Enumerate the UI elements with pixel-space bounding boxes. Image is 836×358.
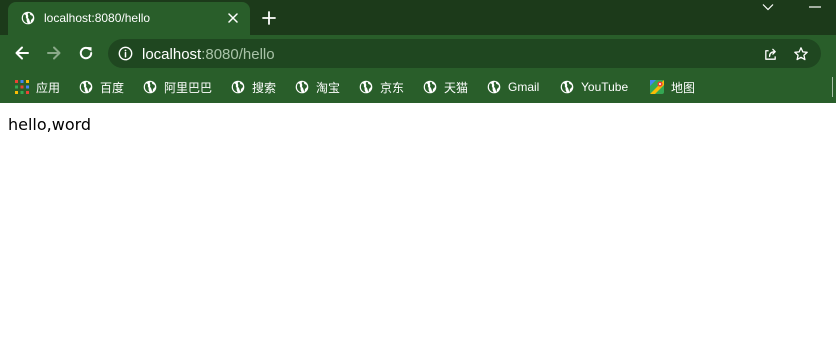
apps-grid-icon bbox=[15, 80, 29, 94]
globe-icon bbox=[143, 80, 157, 94]
tab-search-button[interactable] bbox=[748, 0, 788, 14]
url-path: :8080/hello bbox=[201, 46, 275, 63]
plus-icon bbox=[262, 11, 276, 25]
globe-icon bbox=[21, 11, 35, 30]
bookmark-label: 阿里巴巴 bbox=[164, 80, 213, 95]
close-icon bbox=[228, 13, 238, 23]
bookmark-label: 应用 bbox=[36, 80, 61, 95]
bookmark-star-icon[interactable] bbox=[792, 45, 810, 63]
bookmark-label: 地图 bbox=[671, 80, 696, 95]
forward-button[interactable] bbox=[40, 39, 68, 67]
bookmark-search[interactable]: 搜索 bbox=[231, 77, 276, 97]
bookmarks-bar: 应用 百度 阿里巴巴 搜索 淘宝 京东 天猫 Gmail YouTube 地图 bbox=[0, 71, 836, 103]
bookmark-jd[interactable]: 京东 bbox=[359, 77, 404, 97]
bookmark-gmail[interactable]: Gmail bbox=[487, 77, 539, 97]
reload-icon bbox=[79, 46, 93, 60]
share-icon[interactable] bbox=[761, 45, 779, 63]
bookmark-tmall[interactable]: 天猫 bbox=[423, 77, 468, 97]
bookmark-label: 百度 bbox=[100, 80, 125, 95]
bookmark-label: 淘宝 bbox=[316, 80, 341, 95]
bookmark-label: 搜索 bbox=[252, 80, 277, 95]
arrow-right-icon bbox=[47, 46, 61, 60]
minimize-button[interactable] bbox=[795, 0, 835, 14]
bookmark-apps[interactable]: 应用 bbox=[15, 77, 60, 97]
bookmark-maps[interactable]: 地图 bbox=[650, 77, 695, 97]
page-body-text: hello,word bbox=[8, 115, 92, 134]
chevron-down-icon bbox=[762, 4, 774, 11]
globe-icon bbox=[560, 80, 574, 94]
maps-icon bbox=[650, 80, 664, 94]
globe-icon bbox=[423, 80, 437, 94]
active-tab[interactable]: localhost:8080/hello bbox=[8, 2, 250, 35]
arrow-left-icon bbox=[15, 46, 29, 60]
globe-icon bbox=[359, 80, 373, 94]
address-bar[interactable]: localhost:8080/hello bbox=[108, 39, 821, 68]
bookmarks-divider bbox=[832, 77, 833, 97]
bookmark-label: Gmail bbox=[508, 80, 540, 94]
bookmark-taobao[interactable]: 淘宝 bbox=[295, 77, 340, 97]
tab-title: localhost:8080/hello bbox=[44, 11, 151, 25]
bookmark-baidu[interactable]: 百度 bbox=[79, 77, 124, 97]
bookmark-youtube[interactable]: YouTube bbox=[560, 77, 628, 97]
new-tab-button[interactable] bbox=[258, 7, 280, 29]
globe-icon bbox=[79, 80, 93, 94]
site-info-icon[interactable] bbox=[118, 46, 133, 66]
bookmark-alibaba[interactable]: 阿里巴巴 bbox=[143, 77, 212, 97]
bookmark-label: 天猫 bbox=[444, 80, 469, 95]
bookmark-label: 京东 bbox=[380, 80, 405, 95]
tab-strip: localhost:8080/hello bbox=[0, 0, 836, 35]
browser-toolbar: localhost:8080/hello bbox=[0, 35, 836, 71]
url-text: localhost:8080/hello bbox=[142, 46, 275, 63]
url-host: localhost bbox=[142, 46, 202, 63]
bookmark-label: YouTube bbox=[581, 80, 629, 94]
minimize-icon bbox=[809, 6, 821, 8]
globe-icon bbox=[295, 80, 309, 94]
page-content: hello,word bbox=[0, 103, 836, 358]
close-tab-button[interactable] bbox=[223, 8, 243, 28]
reload-button[interactable] bbox=[72, 39, 100, 67]
globe-icon bbox=[487, 80, 501, 94]
globe-icon bbox=[231, 80, 245, 94]
back-button[interactable] bbox=[8, 39, 36, 67]
